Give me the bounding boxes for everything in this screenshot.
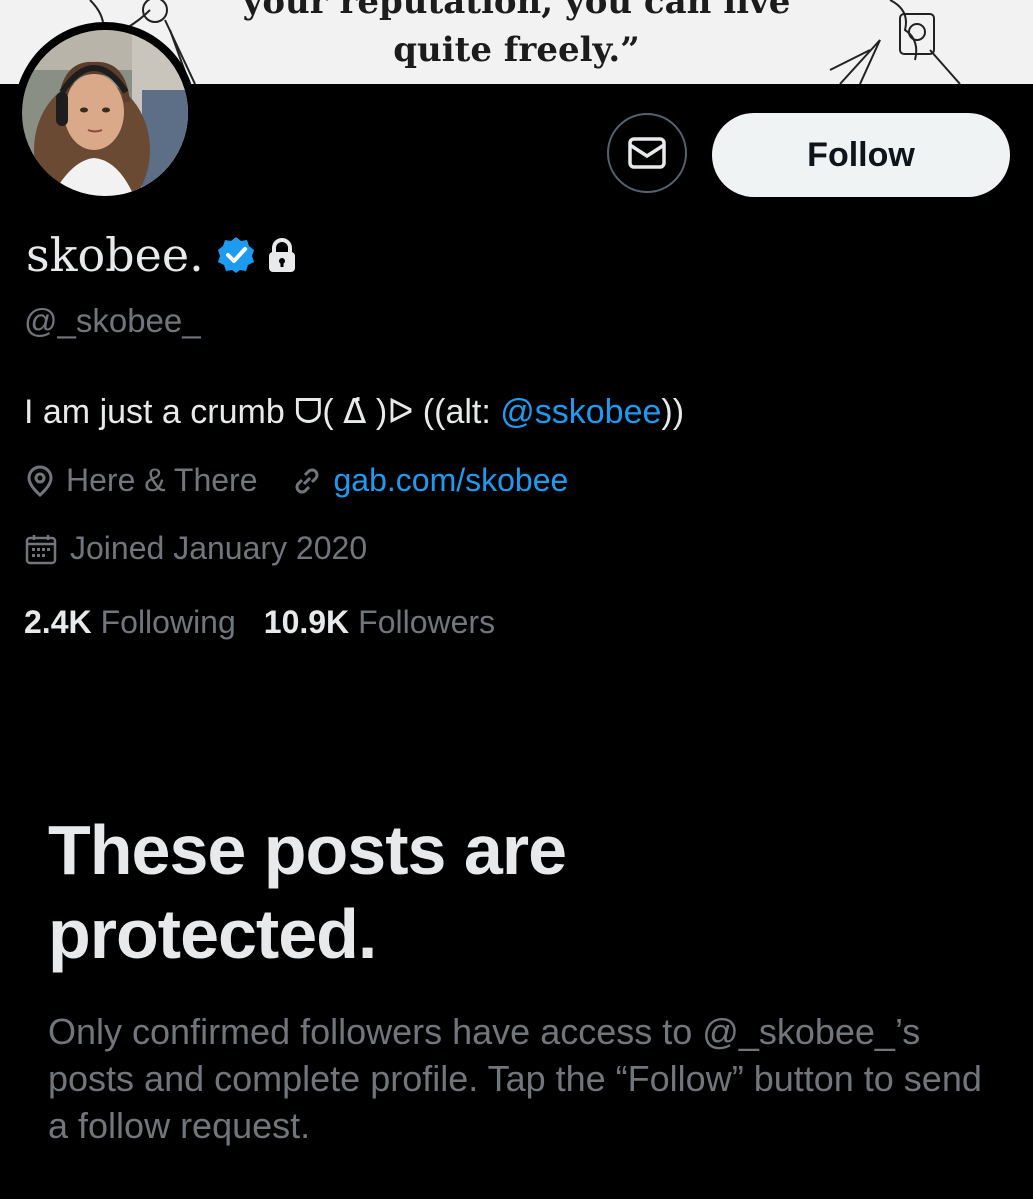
calendar-icon [25,534,57,564]
banner-illustration-right [829,0,961,84]
following-label: Following [100,604,236,640]
avatar-photo [22,30,188,196]
follow-button[interactable]: Follow [712,113,1010,197]
display-name: skobee. [26,228,204,282]
website-link[interactable]: gab.com/skobee [334,462,569,499]
bio: I am just a crumb ᗜ( ᐃ̇ )ᐅ ((alt: @sskob… [24,392,684,432]
followers-label: Followers [358,604,496,640]
location-item: Here & There [24,462,258,499]
bio-text: I am just a crumb ᗜ( ᐃ̇ )ᐅ ((alt: [24,393,501,431]
location-text: Here & There [66,462,258,498]
message-button[interactable] [607,113,687,193]
protected-posts-message: Only confirmed followers have access to … [48,1011,982,1146]
envelope-icon [628,137,666,169]
handle: @_skobee_ [24,302,201,339]
follow-stats: 2.4K Following 10.9K Followers [24,604,523,641]
avatar[interactable] [14,22,196,204]
bio-mention-link[interactable]: @sskobee [500,393,661,431]
display-name-row: skobee. [26,228,298,282]
location-pin-icon [27,464,53,497]
lock-icon [266,237,298,273]
following-count: 2.4K [24,604,92,640]
website-item[interactable]: gab.com/skobee [290,462,569,499]
profile-meta-row: Here & There gab.com/skobee [24,462,600,499]
joined-text: Joined January 2020 [70,530,368,566]
followers-stat[interactable]: 10.9K Followers [264,604,495,641]
bio-close: )) [661,393,685,431]
followers-count: 10.9K [263,604,350,640]
link-icon [295,468,318,493]
protected-posts-title: These posts are protected. [48,811,567,973]
joined-item: Joined January 2020 [24,530,367,567]
following-stat[interactable]: 2.4K Following [24,604,236,641]
verified-badge-icon[interactable] [216,235,256,275]
